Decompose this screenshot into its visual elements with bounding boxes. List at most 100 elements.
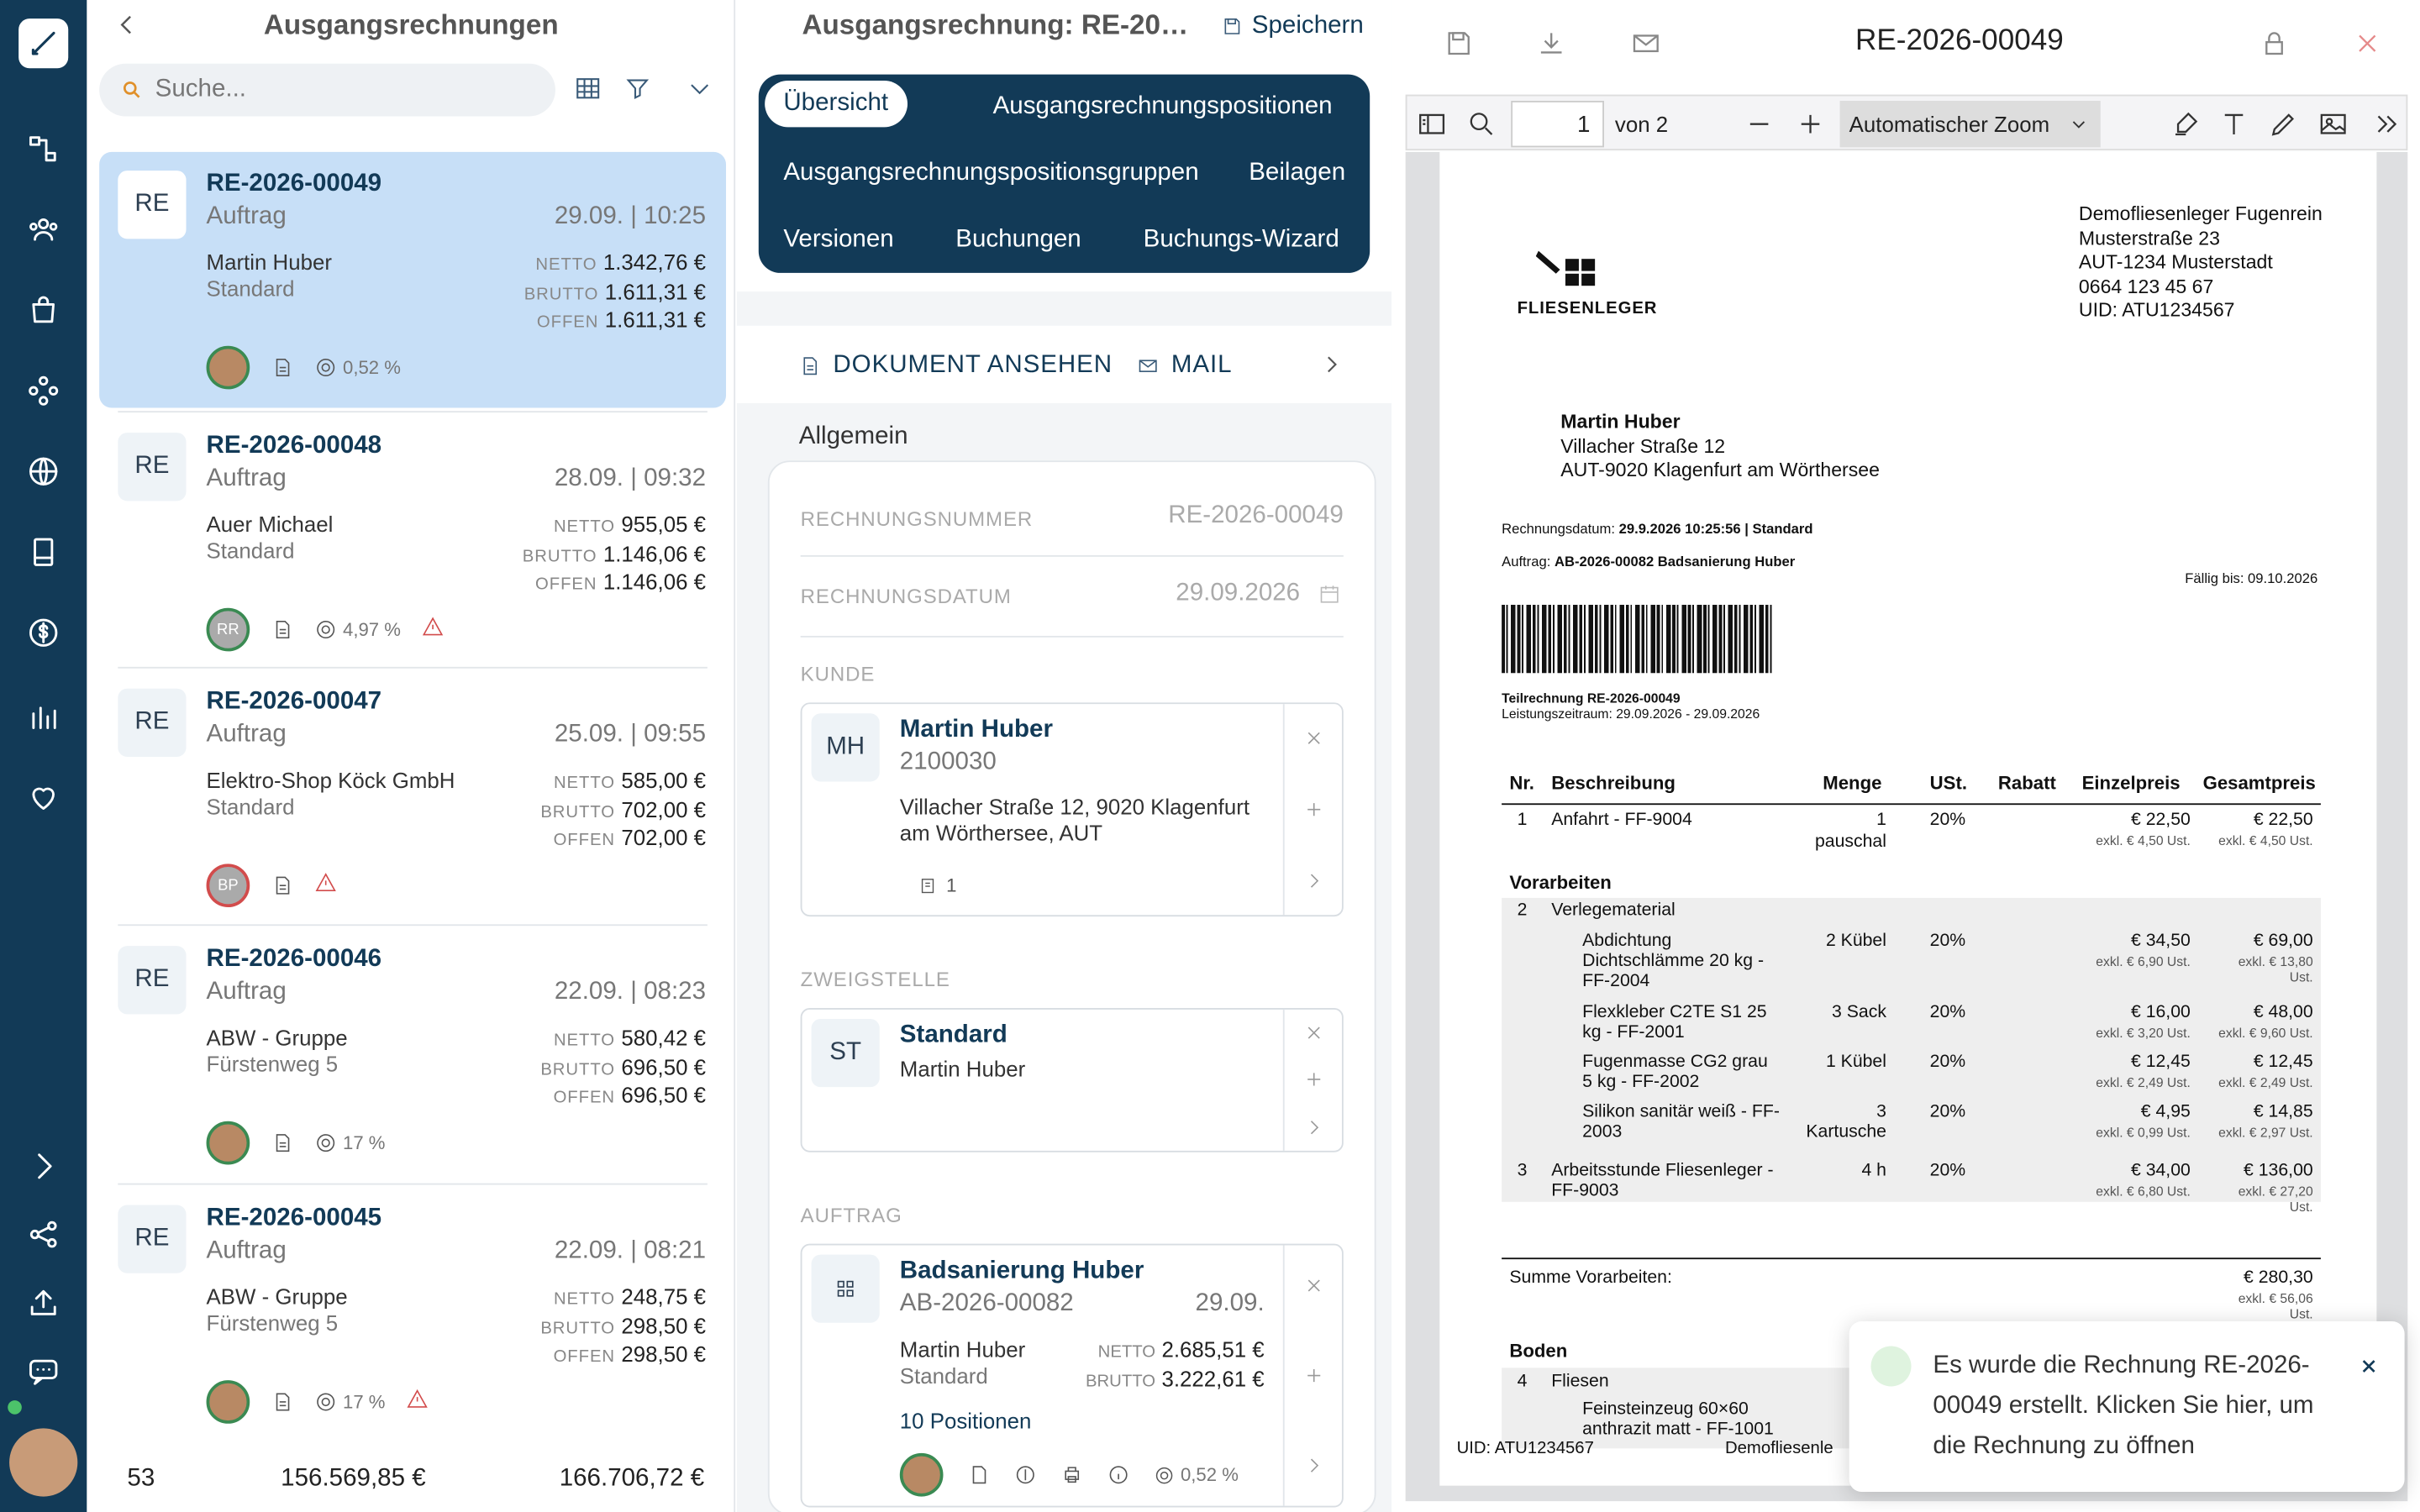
- open-order-icon[interactable]: [1285, 1450, 1344, 1481]
- chevron-down-icon[interactable]: [686, 75, 720, 109]
- lock-icon[interactable]: [2259, 28, 2290, 59]
- remove-order-icon[interactable]: [1285, 1270, 1344, 1301]
- download-icon[interactable]: [1536, 28, 1567, 59]
- document-icon[interactable]: [271, 357, 293, 379]
- progress-percent: 0,52 %: [315, 357, 401, 378]
- book-icon[interactable]: [22, 530, 66, 574]
- mail-icon[interactable]: [1630, 28, 1661, 59]
- document-icon[interactable]: [271, 874, 293, 896]
- mail-button[interactable]: MAIL: [1137, 352, 1232, 380]
- share-icon[interactable]: [22, 1213, 66, 1257]
- users-icon[interactable]: [22, 207, 66, 251]
- draw-icon[interactable]: [2268, 108, 2299, 139]
- tab-uebersicht[interactable]: Übersicht: [765, 81, 908, 128]
- zoom-out-icon[interactable]: [1744, 108, 1775, 139]
- user-avatar[interactable]: [9, 1428, 78, 1497]
- open-customer-icon[interactable]: [1285, 865, 1344, 896]
- bag-icon[interactable]: [22, 288, 66, 332]
- invoice-card[interactable]: RE RE-2026-00048 Auftrag 28.09. | 09:32 Auer…: [99, 414, 726, 670]
- add-customer-icon[interactable]: [1285, 794, 1344, 825]
- save-button[interactable]: Speichern: [1221, 13, 1364, 40]
- app-logo[interactable]: [18, 18, 69, 69]
- save-icon[interactable]: [1443, 28, 1474, 59]
- mail-icon: [1139, 360, 1157, 372]
- gear-icon: [317, 621, 335, 639]
- invoice-date: 22.09. | 08:21: [554, 1237, 707, 1264]
- amounts: NETTO 1.342,76 € BRUTTO 1.611,31 € OFFEN 1.61…: [523, 249, 707, 333]
- divider: [118, 411, 708, 413]
- notification-toast[interactable]: Es wurde die Rechnung RE-2026-00049 erst…: [1849, 1320, 2405, 1493]
- branch-card[interactable]: ST Standard Martin Huber: [800, 1008, 1344, 1152]
- invoice-card[interactable]: RE RE-2026-00046 Auftrag 22.09. | 08:23 ABW …: [99, 927, 726, 1184]
- image-icon[interactable]: [2317, 108, 2349, 139]
- dollar-icon[interactable]: [1014, 1464, 1036, 1486]
- page-count: von 2: [1614, 111, 1669, 137]
- sidebar-toggle-icon[interactable]: [1417, 108, 1448, 139]
- invoice-number-field[interactable]: RE-2026-00049: [1168, 502, 1344, 530]
- chevron-right-icon[interactable]: [1320, 354, 1342, 375]
- invoice-card[interactable]: RE RE-2026-00047 Auftrag 25.09. | 09:55 Elek…: [99, 670, 726, 927]
- more-tools-icon[interactable]: [2372, 108, 2403, 139]
- tab-beilagen[interactable]: Beilagen: [1249, 160, 1345, 187]
- order-card[interactable]: Badsanierung Huber AB-2026-00082 29.09. …: [800, 1243, 1344, 1508]
- section-title: Allgemein: [798, 423, 908, 450]
- search-icon: [123, 81, 140, 98]
- view-document-button[interactable]: DOKUMENT ANSEHEN: [799, 352, 1113, 380]
- heart-icon[interactable]: [22, 775, 66, 819]
- invoice-date-field[interactable]: 29.09.2026: [1176, 580, 1300, 607]
- globe-icon[interactable]: [22, 449, 66, 493]
- close-icon[interactable]: [2352, 28, 2383, 59]
- chart-icon[interactable]: [22, 695, 66, 738]
- order-name: Badsanierung Huber: [899, 1257, 1144, 1284]
- network-icon[interactable]: [22, 369, 66, 412]
- invoice-date: 22.09. | 08:23: [554, 978, 707, 1005]
- close-icon[interactable]: [2358, 1356, 2380, 1378]
- chevron-right-icon[interactable]: [22, 1144, 66, 1188]
- invoice-detail-panel: Ausgangsrechnung: RE-2026-00049 Speicher…: [736, 0, 1392, 1512]
- remove-branch-icon[interactable]: [1285, 1017, 1344, 1048]
- zoom-select[interactable]: Automatischer Zoom: [1839, 101, 2101, 148]
- info-icon[interactable]: [1107, 1464, 1129, 1486]
- page-number-input[interactable]: 1: [1511, 101, 1604, 148]
- list-title: Ausgangsrechnungen: [263, 9, 559, 41]
- remove-customer-icon[interactable]: [1285, 722, 1344, 753]
- progress-percent: 17 %: [315, 1132, 386, 1154]
- upload-icon[interactable]: [22, 1281, 66, 1325]
- chat-icon[interactable]: [22, 1349, 66, 1393]
- open-branch-icon[interactable]: [1285, 1112, 1344, 1143]
- zoom-in-icon[interactable]: [1795, 108, 1826, 139]
- action-row: DOKUMENT ANSEHEN MAIL: [736, 325, 1392, 404]
- tab-positionsgruppen[interactable]: Ausgangsrechnungspositionsgruppen: [783, 160, 1198, 187]
- total-netto: 156.569,85 €: [281, 1465, 426, 1493]
- filter-icon[interactable]: [623, 75, 658, 109]
- document-icon[interactable]: [271, 1132, 293, 1154]
- text-icon[interactable]: [2218, 108, 2249, 139]
- add-branch-icon[interactable]: [1285, 1063, 1344, 1095]
- customer-card[interactable]: MH Martin Huber 2100030 Villacher Straße…: [800, 702, 1344, 917]
- invoice-card[interactable]: RE RE-2026-00045 Auftrag 22.09. | 08:21 ABW …: [99, 1186, 726, 1442]
- flow-icon[interactable]: [22, 127, 66, 171]
- order-positions[interactable]: 10 Positionen: [900, 1408, 1032, 1433]
- customer-sub: Standard: [206, 794, 295, 819]
- toast-message: Es wurde die Rechnung RE-2026-00049 erst…: [1933, 1352, 2314, 1460]
- tab-buchungs-wizard[interactable]: Buchungs-Wizard: [1144, 227, 1339, 255]
- document-icon[interactable]: [271, 619, 293, 641]
- tab-buchungen[interactable]: Buchungen: [955, 227, 1081, 255]
- document-icon[interactable]: [968, 1464, 990, 1486]
- table-view-icon[interactable]: [574, 75, 608, 109]
- card-footer: 17 %: [206, 1121, 386, 1165]
- invoice-card[interactable]: RE RE-2026-00049 Auftrag 29.09. | 10:25 Mart…: [99, 151, 727, 408]
- tab-positionen[interactable]: Ausgangsrechnungspositionen: [993, 93, 1333, 121]
- order-percent: 0,52 %: [1155, 1464, 1239, 1486]
- dollar-icon[interactable]: [22, 611, 66, 654]
- doc-type-badge: RE: [118, 688, 187, 757]
- search-input[interactable]: Suche...: [99, 63, 555, 117]
- add-order-icon[interactable]: [1285, 1360, 1344, 1391]
- calendar-icon[interactable]: [1318, 583, 1340, 605]
- highlight-icon[interactable]: [2170, 108, 2202, 139]
- search-icon[interactable]: [1466, 108, 1497, 139]
- document-icon[interactable]: [271, 1391, 293, 1413]
- tab-versionen[interactable]: Versionen: [783, 227, 893, 255]
- printer-icon[interactable]: [1061, 1464, 1083, 1486]
- pdf-canvas[interactable]: Demofliesenleger Fugenrein Musterstraße 2…: [1405, 151, 2408, 1502]
